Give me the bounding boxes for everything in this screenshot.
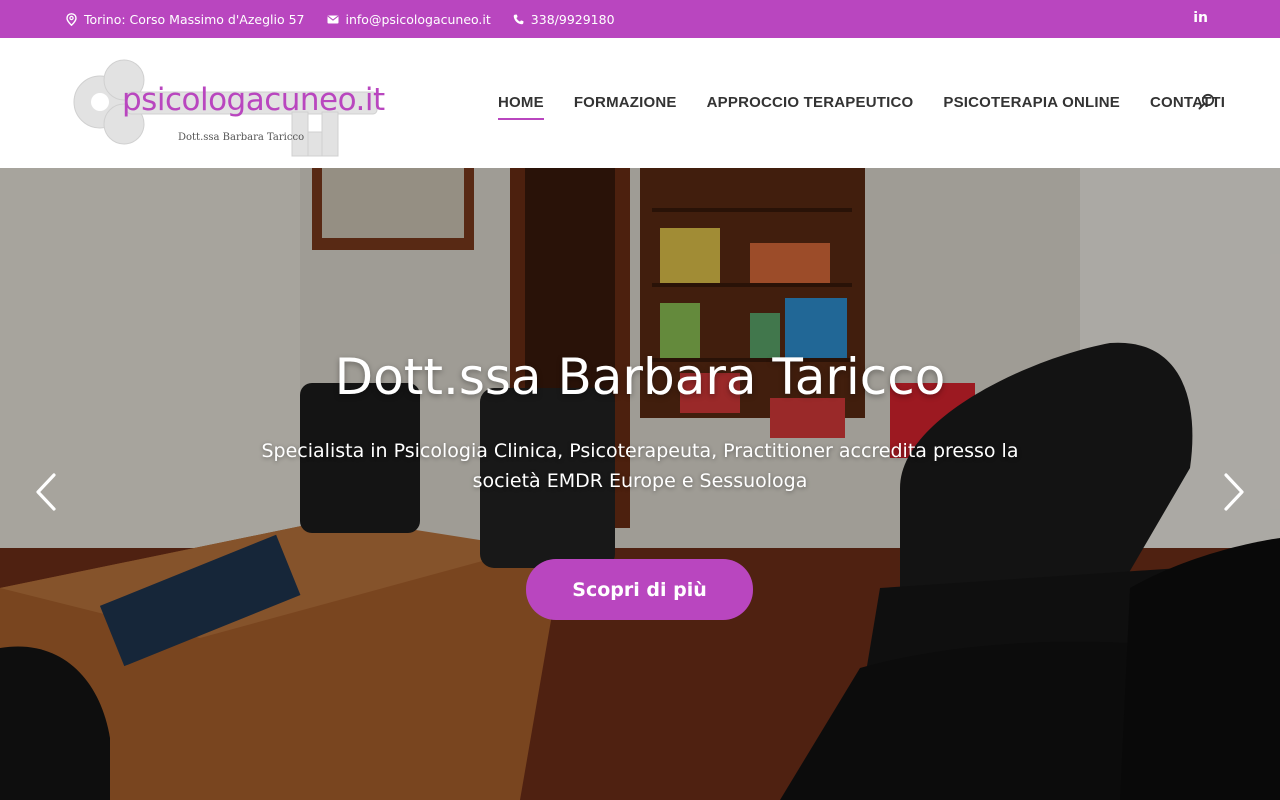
- search-icon: [1198, 93, 1215, 110]
- chevron-left-icon: [36, 473, 56, 511]
- logo-subtitle: Dott.ssa Barbara Taricco: [178, 132, 305, 143]
- top-info-bar: Torino: Corso Massimo d'Azeglio 57 info@…: [0, 0, 1280, 38]
- hero-slider: Dott.ssa Barbara Taricco Specialista in …: [0, 168, 1280, 800]
- contact-info: Torino: Corso Massimo d'Azeglio 57 info@…: [66, 12, 637, 27]
- chevron-right-icon: [1224, 473, 1244, 511]
- address-text: Torino: Corso Massimo d'Azeglio 57: [84, 11, 305, 27]
- nav-item-formazione[interactable]: FORMAZIONE: [574, 94, 677, 111]
- hero-title: Dott.ssa Barbara Taricco: [334, 348, 946, 406]
- phone-text[interactable]: 338/9929180: [531, 12, 615, 27]
- linkedin-link[interactable]: in: [1193, 10, 1208, 26]
- email-text[interactable]: info@psicologacuneo.it: [346, 12, 491, 27]
- main-navigation: HOME FORMAZIONE APPROCCIO TERAPEUTICO PS…: [498, 94, 1255, 120]
- email-item[interactable]: info@psicologacuneo.it: [326, 12, 491, 27]
- nav-item-psicoterapia-online[interactable]: PSICOTERAPIA ONLINE: [943, 94, 1120, 111]
- map-pin-icon: [66, 12, 77, 26]
- discover-more-button[interactable]: Scopri di più: [526, 559, 753, 620]
- nav-item-home[interactable]: HOME: [498, 94, 544, 120]
- site-header: psicologacuneo.it Dott.ssa Barbara Taric…: [0, 38, 1280, 168]
- site-logo[interactable]: psicologacuneo.it Dott.ssa Barbara Taric…: [72, 52, 402, 162]
- phone-icon: [513, 14, 524, 24]
- hero-subtitle: Specialista in Psicologia Clinica, Psico…: [261, 440, 1019, 492]
- address-item: Torino: Corso Massimo d'Azeglio 57: [66, 12, 305, 27]
- nav-item-approccio-terapeutico[interactable]: APPROCCIO TERAPEUTICO: [707, 94, 914, 111]
- phone-item[interactable]: 338/9929180: [513, 12, 615, 27]
- logo-text: psicologacuneo.it: [122, 82, 385, 118]
- linkedin-icon[interactable]: in: [1193, 10, 1208, 26]
- mail-icon: [326, 15, 339, 23]
- slider-next-button[interactable]: [1222, 472, 1246, 516]
- slider-prev-button[interactable]: [34, 472, 58, 516]
- search-button[interactable]: [1198, 93, 1215, 114]
